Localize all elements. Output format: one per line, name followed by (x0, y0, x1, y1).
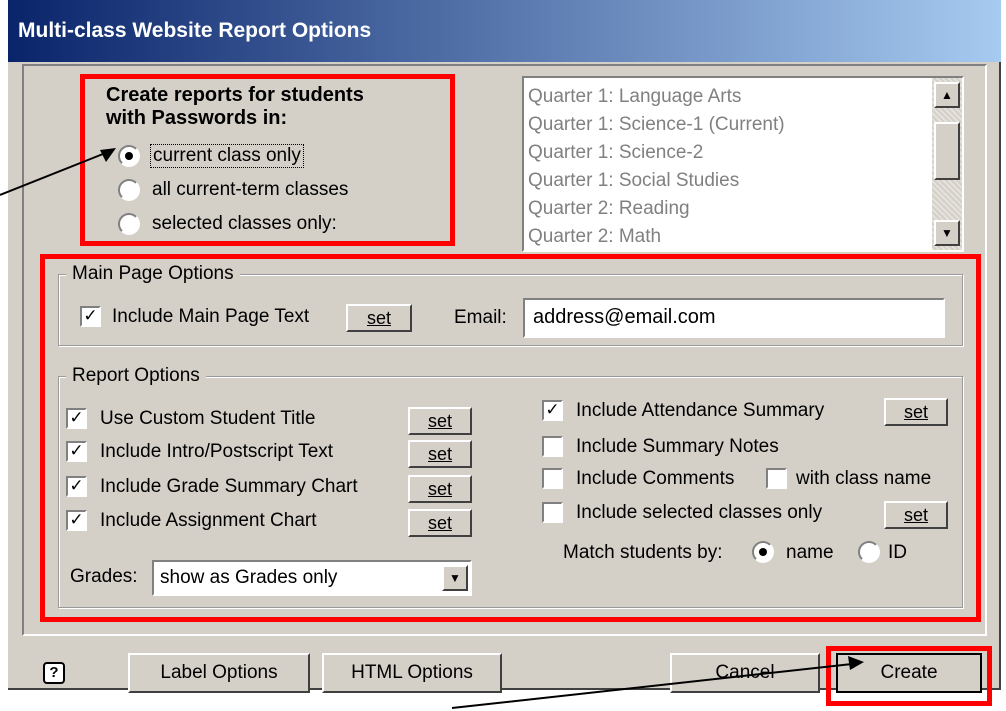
main-page-text-set-button[interactable]: set (346, 304, 412, 332)
checkbox-label: Include Main Page Text (112, 306, 310, 327)
email-label: Email: (454, 307, 507, 328)
annotation-arrow-icon (0, 148, 116, 196)
attendance-set-button[interactable]: set (884, 398, 948, 426)
radio-label: ID (888, 542, 907, 563)
window-title: Multi-class Website Report Options (8, 0, 1001, 62)
grade-summary-set-button[interactable]: set (408, 475, 472, 503)
list-item[interactable]: Quarter 2: Math (528, 223, 785, 250)
checkbox-label: with class name (796, 468, 932, 489)
list-item[interactable]: Quarter 1: Science-1 (Current) (528, 111, 785, 139)
include-comments-checkbox[interactable]: Include Comments (542, 468, 762, 494)
list-item[interactable]: Quarter 1: Language Arts (528, 83, 785, 111)
checkbox[interactable]: ✓ (66, 510, 87, 531)
report-options-legend: Report Options (66, 365, 206, 387)
include-main-page-text-checkbox[interactable]: ✓ Include Main Page Text (80, 306, 340, 332)
checkbox-label: Include Attendance Summary (576, 400, 825, 421)
checkbox (542, 436, 563, 457)
vertical-scrollbar[interactable]: ▲ ▼ (932, 78, 962, 250)
assignment-chart-set-button[interactable]: set (408, 509, 472, 537)
radio-label: current class only (150, 144, 304, 168)
class-listbox[interactable]: Quarter 1: Language Arts Quarter 1: Scie… (522, 76, 964, 252)
list-item[interactable]: Quarter 1: Social Studies (528, 167, 785, 195)
help-icon[interactable]: ? (43, 662, 65, 684)
checkbox[interactable]: ✓ (66, 441, 87, 462)
use-custom-student-title-checkbox[interactable]: ✓ Use Custom Student Title (66, 408, 396, 434)
class-list: Quarter 1: Language Arts Quarter 1: Scie… (528, 83, 785, 250)
grades-select-value: show as Grades only (160, 567, 338, 588)
include-attendance-summary-checkbox[interactable]: ✓ Include Attendance Summary (542, 400, 862, 426)
include-summary-notes-checkbox[interactable]: Include Summary Notes (542, 436, 862, 462)
radio-selected-classes[interactable]: selected classes only: (118, 210, 398, 238)
match-by-name-radio[interactable]: name (752, 540, 852, 566)
grades-label: Grades: (70, 566, 138, 587)
match-by-id-radio[interactable]: ID (858, 540, 928, 566)
custom-title-set-button[interactable]: set (408, 407, 472, 435)
grades-select[interactable]: show as Grades only ▼ (152, 560, 472, 596)
checkbox-label: Include Grade Summary Chart (100, 476, 358, 497)
checkbox[interactable]: ✓ (80, 306, 101, 327)
include-grade-summary-chart-checkbox[interactable]: ✓ Include Grade Summary Chart (66, 476, 396, 502)
checkbox[interactable]: ✓ (66, 408, 87, 429)
with-class-name-checkbox[interactable]: with class name (766, 468, 966, 494)
checkbox[interactable]: ✓ (66, 476, 87, 497)
intro-postscript-set-button[interactable]: set (408, 440, 472, 468)
radio-current-class[interactable]: current class only (118, 142, 338, 170)
checkbox-label: Include selected classes only (576, 502, 823, 523)
scroll-thumb[interactable] (934, 122, 960, 180)
radio-label: all current-term classes (152, 179, 349, 200)
checkbox-label: Use Custom Student Title (100, 408, 316, 429)
checkbox-label: Include Summary Notes (576, 436, 779, 457)
radio-dot (759, 548, 767, 556)
checkbox (766, 468, 787, 489)
label-options-button[interactable]: Label Options (128, 653, 310, 693)
include-assignment-chart-checkbox[interactable]: ✓ Include Assignment Chart (66, 510, 396, 536)
checkbox (542, 468, 563, 489)
radio-button[interactable] (118, 213, 140, 235)
checkbox (542, 502, 563, 523)
radio-button[interactable] (752, 541, 774, 563)
selected-classes-set-button[interactable]: set (884, 501, 948, 529)
annotation-arrow-icon (451, 656, 864, 709)
scroll-up-icon[interactable]: ▲ (934, 82, 960, 108)
list-item[interactable]: Quarter 2: Reading (528, 195, 785, 223)
radio-button[interactable] (858, 541, 880, 563)
checkbox[interactable]: ✓ (542, 400, 563, 421)
email-value: address@email.com (533, 306, 716, 328)
radio-label: selected classes only: (152, 213, 337, 234)
radio-all-current-term[interactable]: all current-term classes (118, 176, 398, 204)
checkbox-label: Include Comments (576, 468, 735, 489)
help-glyph: ? (49, 664, 59, 681)
main-page-options-legend: Main Page Options (66, 263, 240, 285)
scroll-down-icon[interactable]: ▼ (934, 220, 960, 246)
students-heading: Create reports for students with Passwor… (106, 84, 364, 129)
email-field[interactable]: address@email.com (523, 298, 945, 338)
include-intro-postscript-checkbox[interactable]: ✓ Include Intro/Postscript Text (66, 441, 396, 467)
checkbox-label: Include Assignment Chart (100, 510, 317, 531)
match-students-label: Match students by: (563, 542, 723, 563)
chevron-down-icon[interactable]: ▼ (442, 565, 468, 591)
list-item[interactable]: Quarter 1: Science-2 (528, 139, 785, 167)
include-selected-classes-only-checkbox[interactable]: Include selected classes only (542, 502, 872, 528)
radio-label: name (786, 542, 834, 563)
checkbox-label: Include Intro/Postscript Text (100, 441, 334, 462)
